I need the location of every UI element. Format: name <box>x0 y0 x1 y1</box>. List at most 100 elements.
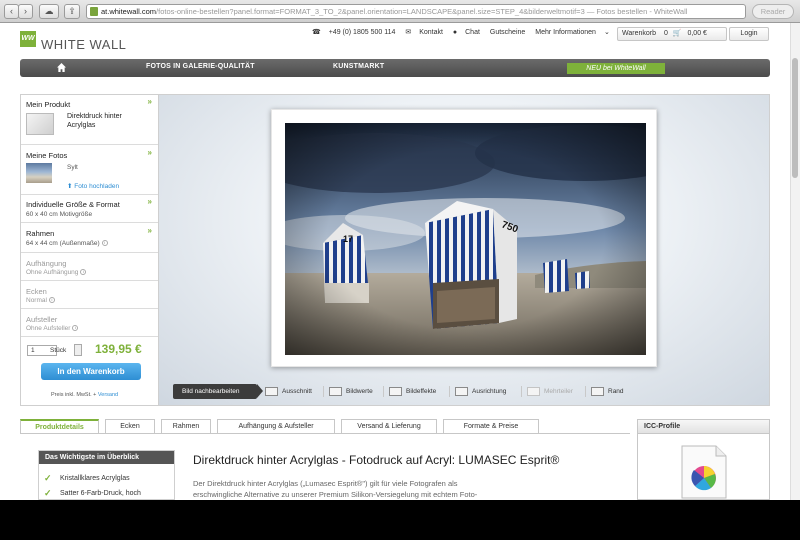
page-scrollbar[interactable] <box>790 23 800 500</box>
chat-link[interactable]: Chat <box>465 29 480 36</box>
section-my-product[interactable]: Mein Produkt » Direktdruck hinter Acrylg… <box>21 95 158 145</box>
info-icon[interactable]: i <box>48 297 55 304</box>
quantity-stepper[interactable] <box>74 344 82 356</box>
section-title: Mein Produkt <box>26 100 71 109</box>
section-stand: Aufsteller Ohne Aufsteller i <box>21 309 158 337</box>
browser-window: ‹ › ☁ ⇪ at.whitewall.com/fotos-online-be… <box>0 0 800 500</box>
effects-icon <box>389 386 402 396</box>
border-icon <box>591 386 604 396</box>
section-size[interactable]: Individuelle Größe & Format » 60 x 40 cm… <box>21 195 158 223</box>
tool-label: Bildwerte <box>346 388 373 395</box>
tab-corners[interactable]: Ecken <box>105 419 155 433</box>
tool-image-values[interactable]: Bildwerte <box>329 384 373 399</box>
nav-gallery-quality[interactable]: FOTOS IN GALERIE-QUALITÄT <box>146 63 255 70</box>
share-icon[interactable]: ⇪ <box>64 4 80 19</box>
nav-kunstmarkt[interactable]: KUNSTMARKT <box>333 63 384 70</box>
cart-label: Warenkorb <box>622 30 656 37</box>
tool-label: Mehrteiler <box>544 388 573 395</box>
double-chevron-icon[interactable]: » <box>148 97 152 106</box>
hanging-value: Ohne Aufhängung i <box>26 269 87 276</box>
overview-box: Das Wichtigste im Überblick ✓ Kristallkl… <box>38 450 175 500</box>
section-title: Individuelle Größe & Format <box>26 200 120 209</box>
acrylic-frame: 17 750 <box>271 109 657 367</box>
tab-product-details[interactable]: Produktdetails <box>20 419 99 433</box>
icc-profile-icon[interactable] <box>678 444 730 500</box>
product-name-line2: Acrylglas <box>67 122 96 129</box>
overview-bullet: Satter 6-Farb-Druck, hoch <box>60 490 141 497</box>
product-description: Der Direktdruck hinter Acrylglas („Lumas… <box>193 478 613 500</box>
description-line: Der Direktdruck hinter Acrylglas („Lumas… <box>193 479 458 488</box>
tool-orientation[interactable]: Ausrichtung <box>455 384 506 399</box>
tab-formats[interactable]: Formate & Preise <box>443 419 539 433</box>
add-to-cart-button[interactable]: In den Warenkorb <box>41 363 141 380</box>
separator <box>323 386 324 397</box>
tab-hanging[interactable]: Aufhängung & Aufsteller <box>217 419 335 433</box>
vat-text: Preis inkl. MwSt. + <box>51 392 97 398</box>
price: 139,95 € <box>95 342 142 356</box>
tool-label: Rand <box>608 388 624 395</box>
home-icon[interactable] <box>57 63 66 72</box>
more-info-link[interactable]: Mehr Informationen <box>535 29 596 36</box>
overview-bullet: Kristallklares Acrylglas <box>60 475 130 482</box>
hanging-value-text: Ohne Aufhängung <box>26 269 79 276</box>
rotate-icon <box>455 386 468 396</box>
tool-label: Bildeffekte <box>406 388 437 395</box>
double-chevron-icon[interactable]: » <box>148 148 152 157</box>
configurator-panel: Mein Produkt » Direktdruck hinter Acrylg… <box>20 94 159 406</box>
upload-link[interactable]: ⬆ Foto hochladen <box>67 182 119 190</box>
size-value: 60 x 40 cm Motivgröße <box>26 211 93 218</box>
mail-icon: ✉ <box>405 29 412 36</box>
tool-image-effects[interactable]: Bildeffekte <box>389 384 436 399</box>
reader-button[interactable]: Reader <box>752 4 794 19</box>
double-chevron-icon[interactable]: » <box>148 197 152 206</box>
contact-link[interactable]: Kontakt <box>419 29 443 36</box>
corners-value-text: Normal <box>26 297 47 304</box>
photo-name: Sylt <box>67 164 78 171</box>
frame-value-text: 64 x 44 cm (Außenmaße) <box>26 240 100 247</box>
section-title: Meine Fotos <box>26 151 68 160</box>
upload-label: Foto hochladen <box>74 183 120 190</box>
info-icon[interactable]: i <box>101 240 108 247</box>
main-navigation: FOTOS IN GALERIE-QUALITÄT KUNSTMARKT NEU… <box>20 59 770 77</box>
icc-title: ICC-Profile <box>638 420 769 434</box>
sliders-icon <box>329 386 342 396</box>
double-chevron-icon[interactable]: » <box>148 226 152 235</box>
info-icon[interactable]: i <box>80 269 87 276</box>
address-bar[interactable]: at.whitewall.com/fotos-online-bestellen?… <box>86 4 746 19</box>
logo-mark: WW <box>20 31 36 47</box>
section-title: Rahmen <box>26 229 55 238</box>
product-thumbnail <box>26 113 54 135</box>
vouchers-link[interactable]: Gutscheine <box>490 29 525 36</box>
frame-value: 64 x 44 cm (Außenmaße) i <box>26 240 108 247</box>
back-icon[interactable]: ‹ <box>4 4 19 19</box>
product-heading: Direktdruck hinter Acrylglas - Fotodruck… <box>193 453 560 467</box>
shipping-link[interactable]: Versand <box>98 392 118 398</box>
cart-icon: 🛒 <box>672 30 682 37</box>
login-button[interactable]: Login <box>729 27 769 41</box>
scrollbar-thumb[interactable] <box>792 58 798 178</box>
info-icon[interactable]: i <box>72 325 79 332</box>
description-line: erschwingliche Alternative zu unserer Pr… <box>193 490 478 499</box>
section-title: Ecken <box>26 287 47 296</box>
section-frame[interactable]: Rahmen » 64 x 44 cm (Außenmaße) i <box>21 223 158 253</box>
product-name-line1: Direktdruck hinter <box>67 113 122 120</box>
phone-icon: ☎ <box>312 29 321 36</box>
tool-multipart: Mehrteiler <box>527 384 573 399</box>
tool-crop[interactable]: Ausschnitt <box>265 384 312 399</box>
forward-icon[interactable]: › <box>18 4 33 19</box>
nav-neu-badge[interactable]: NEU bei WhiteWall <box>567 63 665 74</box>
icc-profile-box: ICC-Profile <box>637 419 770 500</box>
browser-toolbar: ‹ › ☁ ⇪ at.whitewall.com/fotos-online-be… <box>0 0 800 23</box>
quantity-unit: Stück <box>50 347 67 354</box>
photo-preview[interactable]: 17 750 <box>285 123 646 355</box>
cloud-icon[interactable]: ☁ <box>39 4 59 19</box>
tab-divider <box>20 433 630 434</box>
tool-border[interactable]: Rand <box>591 384 624 399</box>
tab-frame[interactable]: Rahmen <box>161 419 211 433</box>
tab-shipping[interactable]: Versand & Lieferung <box>341 419 437 433</box>
overview-title: Das Wichtigste im Überblick <box>39 451 174 464</box>
photo-thumbnail[interactable] <box>26 163 52 183</box>
separator <box>449 386 450 397</box>
section-my-photos[interactable]: Meine Fotos » Sylt ⬆ Foto hochladen <box>21 145 158 195</box>
cart-button[interactable]: Warenkorb 0 🛒 0,00 € <box>617 27 727 41</box>
